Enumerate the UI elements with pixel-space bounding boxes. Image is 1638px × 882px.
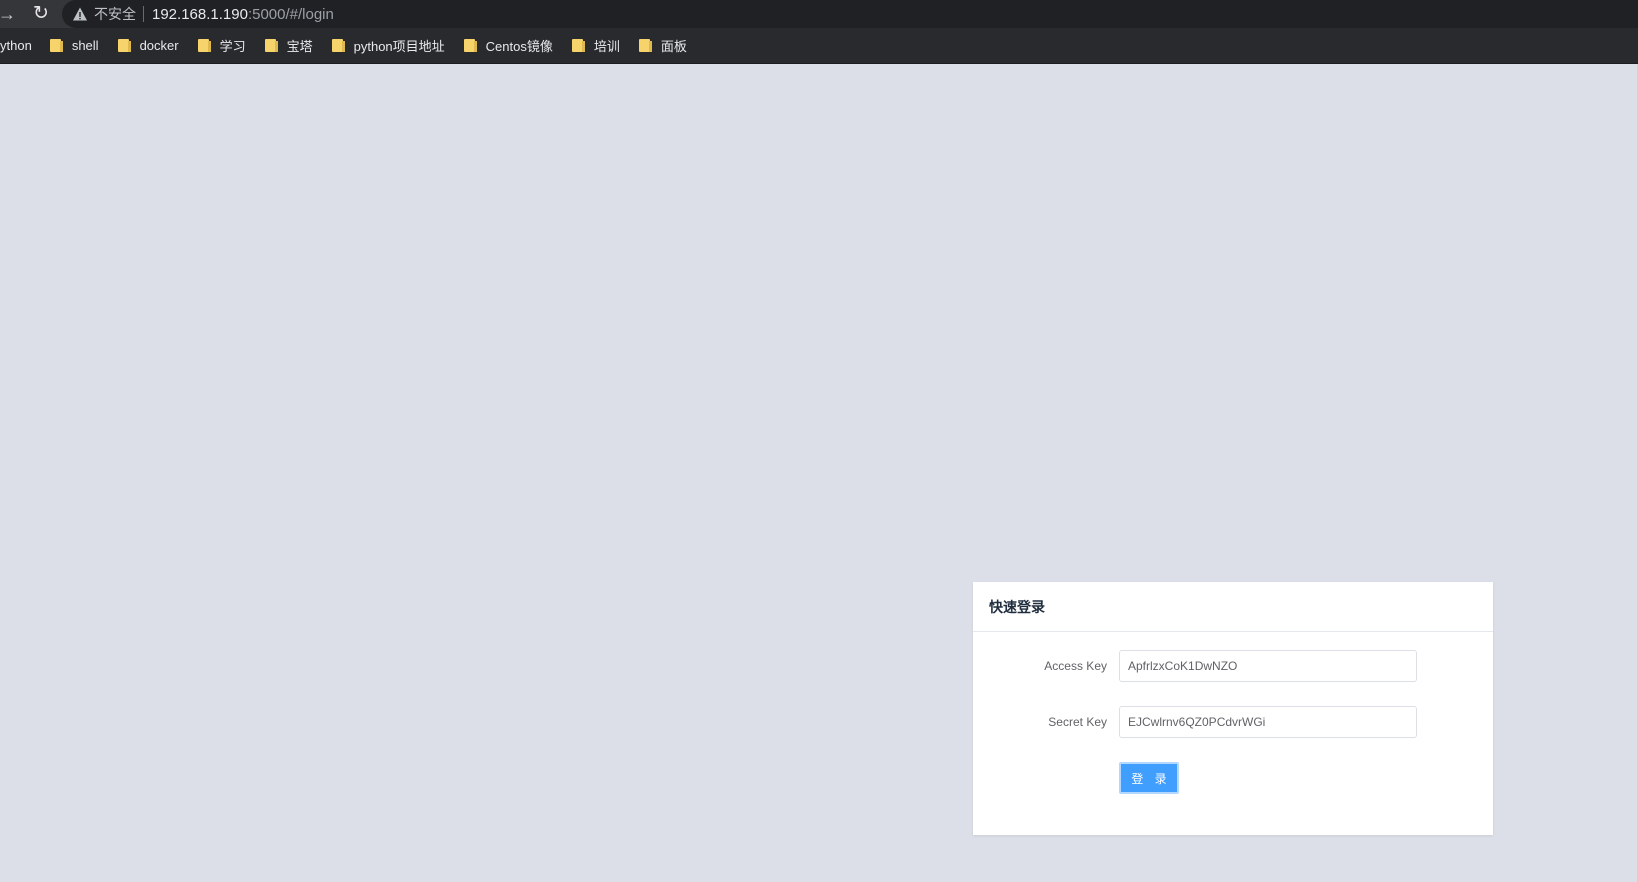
folder-icon	[117, 39, 131, 52]
bookmark-python[interactable]: ython	[0, 28, 32, 64]
url-path[interactable]: :5000/#/login	[248, 6, 334, 23]
login-card: 快速登录 Access Key Secret Key 登 录	[973, 582, 1493, 835]
bookmark-python-projects[interactable]: python项目地址	[331, 28, 445, 64]
login-card-title: 快速登录	[973, 582, 1493, 632]
secret-key-label: Secret Key	[1048, 715, 1107, 729]
address-separator	[143, 6, 144, 22]
bookmark-training[interactable]: 培训	[571, 28, 620, 64]
bookmark-label: 宝塔	[286, 39, 313, 54]
bookmark-label: 学习	[219, 39, 246, 54]
bookmark-label: 培训	[593, 39, 620, 54]
bookmark-label: python项目地址	[353, 39, 445, 54]
bookmark-baota[interactable]: 宝塔	[264, 28, 313, 64]
bookmarks-bar: ython shell docker 学习 宝塔 python项目地址 Cent…	[0, 28, 1638, 64]
secret-key-row: Secret Key	[973, 706, 1493, 738]
bookmark-panel[interactable]: 面板	[638, 28, 687, 64]
warning-triangle-icon[interactable]	[72, 6, 88, 22]
access-key-label: Access Key	[1044, 659, 1107, 673]
folder-icon	[463, 39, 477, 52]
insecure-label[interactable]: 不安全	[94, 4, 136, 24]
bookmark-label: shell	[71, 38, 99, 53]
bookmark-study[interactable]: 学习	[197, 28, 246, 64]
bookmark-label: 面板	[660, 39, 687, 54]
browser-toolbar: → ↻ 不安全 192.168.1.190 :5000/#/login	[0, 0, 1638, 28]
folder-icon	[571, 39, 585, 52]
folder-icon	[197, 39, 211, 52]
access-key-row: Access Key	[973, 650, 1493, 682]
reload-icon[interactable]: ↻	[30, 0, 52, 28]
access-key-input[interactable]	[1119, 650, 1417, 682]
folder-icon	[264, 39, 278, 52]
bookmark-shell[interactable]: shell	[49, 28, 99, 64]
bookmark-docker[interactable]: docker	[117, 28, 179, 64]
url-host[interactable]: 192.168.1.190	[152, 6, 248, 23]
address-bar[interactable]: 不安全 192.168.1.190 :5000/#/login	[62, 0, 1638, 28]
forward-arrow-icon[interactable]: →	[0, 0, 16, 28]
folder-icon	[331, 39, 345, 52]
secret-key-input[interactable]	[1119, 706, 1417, 738]
bookmark-label: Centos镜像	[485, 39, 553, 54]
folder-icon	[49, 39, 63, 52]
folder-icon	[638, 39, 652, 52]
bookmark-label: docker	[139, 38, 179, 53]
bookmark-centos-mirror[interactable]: Centos镜像	[463, 28, 553, 64]
bookmark-label: ython	[0, 38, 32, 53]
login-button[interactable]: 登 录	[1119, 762, 1179, 794]
